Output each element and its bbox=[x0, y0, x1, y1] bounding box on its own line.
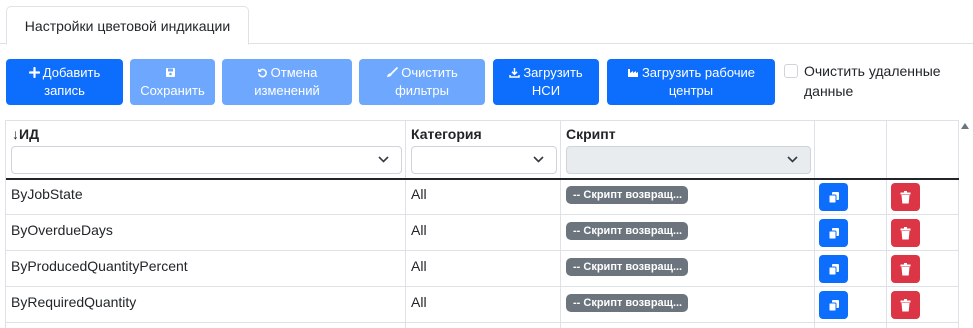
category-filter-select[interactable] bbox=[411, 146, 557, 174]
factory-icon bbox=[627, 69, 638, 77]
clear-deleted-label-line1: Очистить удаленные bbox=[804, 63, 941, 79]
row-category: All bbox=[411, 222, 427, 238]
delete-row-button[interactable] bbox=[891, 291, 920, 319]
clear-deleted-label-line2: данные bbox=[804, 83, 854, 99]
row-category: All bbox=[411, 258, 427, 274]
load-nsi-label-line1: Загрузить bbox=[523, 65, 583, 80]
row-category: All bbox=[411, 186, 427, 202]
script-badge[interactable]: -- Скрипт возвращ... bbox=[566, 258, 688, 276]
load-work-centers-button[interactable]: Загрузить рабочие центры bbox=[607, 59, 775, 105]
row-id: ByOverdueDays bbox=[11, 222, 113, 238]
copy-row-button[interactable] bbox=[819, 255, 848, 283]
table-top-border bbox=[6, 120, 959, 121]
clear-filters-label-line1: Очистить bbox=[401, 65, 458, 80]
row-id: ByJobState bbox=[11, 186, 83, 202]
column-divider bbox=[958, 120, 959, 328]
row-divider bbox=[6, 214, 959, 215]
clear-deleted-label: Очистить удаленные данные bbox=[804, 61, 964, 101]
column-header-category[interactable]: Категория bbox=[411, 126, 482, 142]
row-category: All bbox=[411, 294, 427, 310]
copy-row-button[interactable] bbox=[819, 291, 848, 319]
row-id: ByProducedQuantityPercent bbox=[11, 258, 188, 274]
copy-icon bbox=[828, 227, 839, 239]
column-divider bbox=[560, 120, 561, 328]
tab-bar: Настройки цветовой индикации bbox=[0, 0, 973, 45]
script-badge[interactable]: -- Скрипт возвращ... bbox=[566, 294, 688, 312]
column-divider bbox=[814, 120, 815, 328]
settings-table: ↓ИД Категория Скрипт ByJobState All -- С… bbox=[5, 120, 959, 328]
save-button[interactable]: Сохранить bbox=[130, 59, 215, 105]
delete-row-button[interactable] bbox=[891, 183, 920, 211]
trash-icon bbox=[900, 226, 911, 239]
copy-row-button[interactable] bbox=[819, 219, 848, 247]
clear-filters-button[interactable]: Очистить фильтры bbox=[359, 59, 485, 105]
load-work-centers-label-line2: центры bbox=[668, 83, 714, 98]
clear-deleted-checkbox[interactable] bbox=[784, 64, 798, 78]
trash-icon bbox=[900, 298, 911, 311]
save-label: Сохранить bbox=[140, 83, 205, 98]
id-filter-select[interactable] bbox=[11, 146, 402, 174]
row-divider bbox=[6, 322, 959, 323]
chevron-down-icon bbox=[533, 156, 544, 163]
delete-row-button[interactable] bbox=[891, 255, 920, 283]
tab-color-indication-settings[interactable]: Настройки цветовой индикации bbox=[6, 6, 249, 45]
header-divider bbox=[6, 178, 959, 180]
download-icon bbox=[509, 68, 521, 78]
trash-icon bbox=[900, 262, 911, 275]
load-nsi-button[interactable]: Загрузить НСИ bbox=[493, 59, 599, 105]
add-record-label-line2: запись bbox=[44, 83, 85, 98]
column-header-script[interactable]: Скрипт bbox=[566, 126, 616, 142]
undo-icon bbox=[257, 68, 267, 78]
trash-icon bbox=[900, 190, 911, 203]
column-divider bbox=[886, 120, 887, 328]
copy-icon bbox=[828, 299, 839, 311]
scroll-up-arrow-icon[interactable] bbox=[961, 123, 969, 129]
column-header-id-label: ИД bbox=[19, 126, 40, 142]
brush-icon bbox=[387, 67, 399, 77]
plus-icon bbox=[28, 66, 40, 79]
script-badge[interactable]: -- Скрипт возвращ... bbox=[566, 186, 688, 204]
sort-desc-icon: ↓ bbox=[12, 126, 19, 142]
floppy-icon bbox=[166, 68, 176, 77]
copy-icon bbox=[828, 191, 839, 203]
undo-label-line1: Отмена bbox=[270, 65, 318, 80]
undo-changes-button[interactable]: Отмена изменений bbox=[222, 59, 352, 105]
row-divider bbox=[6, 250, 959, 251]
column-divider bbox=[405, 120, 406, 328]
script-badge[interactable]: -- Скрипт возвращ... bbox=[566, 222, 688, 240]
chevron-down-icon bbox=[378, 156, 389, 163]
clear-filters-label-line2: фильтры bbox=[395, 83, 449, 98]
copy-row-button[interactable] bbox=[819, 183, 848, 211]
copy-icon bbox=[828, 263, 839, 275]
add-record-label-line1: Добавить bbox=[42, 65, 101, 80]
load-work-centers-label-line1: Загрузить рабочие bbox=[641, 65, 756, 80]
row-divider bbox=[6, 286, 959, 287]
script-filter-select bbox=[566, 146, 811, 174]
row-id: ByRequiredQuantity bbox=[11, 294, 137, 310]
undo-label-line2: изменений bbox=[254, 83, 320, 98]
column-header-id[interactable]: ↓ИД bbox=[12, 126, 39, 142]
chevron-down-icon bbox=[787, 156, 798, 163]
load-nsi-label-line2: НСИ bbox=[531, 83, 561, 98]
add-record-button[interactable]: Добавить запись bbox=[6, 59, 123, 105]
delete-row-button[interactable] bbox=[891, 219, 920, 247]
